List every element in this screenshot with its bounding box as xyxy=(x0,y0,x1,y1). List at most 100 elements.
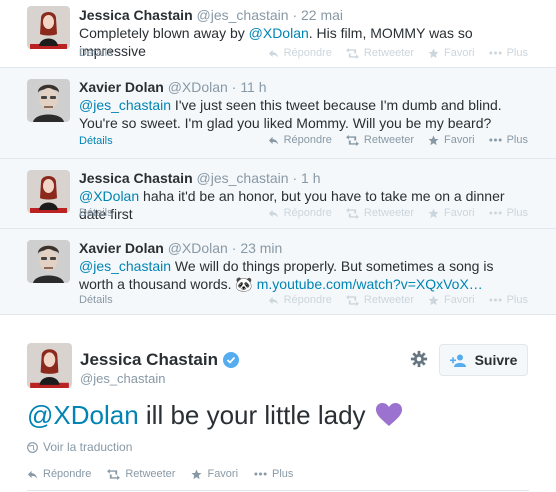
reply-icon xyxy=(27,469,38,480)
author-handle[interactable]: @XDolan xyxy=(168,79,228,95)
tweet-actions: Répondre Retweeter Favori Plus xyxy=(268,47,528,59)
author-name-row[interactable]: Jessica Chastain xyxy=(80,350,239,370)
reply-icon xyxy=(268,48,279,59)
translate-link[interactable]: Voir la traduction xyxy=(27,440,132,454)
avatar[interactable] xyxy=(27,240,70,283)
retweet-label: Retweeter xyxy=(363,47,415,59)
text-before: Completely blown away by xyxy=(79,25,249,41)
favorite-button[interactable]: Favori xyxy=(428,207,475,219)
details-link[interactable]: Détails xyxy=(79,135,113,147)
tweet-item[interactable]: Xavier Dolan @XDolan · 11 h @jes_chastai… xyxy=(0,68,556,159)
gear-icon[interactable] xyxy=(410,350,428,368)
retweet-button[interactable]: Retweeter xyxy=(346,134,414,146)
details-link[interactable]: Détails xyxy=(79,207,113,219)
author-name[interactable]: Jessica Chastain xyxy=(80,350,218,370)
purple-heart-icon xyxy=(375,403,402,426)
reply-button[interactable]: Répondre xyxy=(268,294,332,306)
separator: · xyxy=(231,240,237,256)
mention-link[interactable]: @jes_chastain xyxy=(79,97,171,113)
tweet-item[interactable]: Jessica Chastain @jes_chastain · 1 h @XD… xyxy=(0,159,556,229)
reply-button[interactable]: Répondre xyxy=(268,134,332,146)
retweet-button[interactable]: Retweeter xyxy=(346,294,414,306)
more-button[interactable]: Plus xyxy=(489,47,528,59)
more-label: Plus xyxy=(506,134,528,146)
mention-link[interactable]: @XDolan xyxy=(79,188,139,204)
author-handle[interactable]: @XDolan xyxy=(168,240,228,256)
reply-icon xyxy=(268,208,279,219)
favorite-button[interactable]: Favori xyxy=(428,294,475,306)
author-handle[interactable]: @jes_chastain xyxy=(197,7,289,23)
author-name[interactable]: Jessica Chastain xyxy=(79,7,193,23)
reply-icon xyxy=(268,135,279,146)
retweet-icon xyxy=(346,208,359,219)
avatar[interactable] xyxy=(27,343,72,388)
more-button[interactable]: Plus xyxy=(489,294,528,306)
more-icon xyxy=(489,51,502,55)
reply-label: Répondre xyxy=(283,47,332,59)
retweet-button[interactable]: Retweeter xyxy=(107,468,175,480)
tweet-actions: Répondre Retweeter Favori Plus xyxy=(268,134,528,146)
favorite-label: Favori xyxy=(444,134,475,146)
more-icon xyxy=(489,298,502,302)
verified-badge-icon xyxy=(222,352,239,368)
more-label: Plus xyxy=(506,47,528,59)
avatar[interactable] xyxy=(27,6,70,49)
reply-button[interactable]: Répondre xyxy=(27,468,91,480)
favorite-button[interactable]: Favori xyxy=(428,47,475,59)
timestamp[interactable]: 22 mai xyxy=(301,7,343,23)
author-name[interactable]: Xavier Dolan xyxy=(79,79,164,95)
text-after: ill be your little lady xyxy=(138,400,366,430)
retweet-icon xyxy=(346,295,359,306)
timestamp[interactable]: 23 min xyxy=(240,240,282,256)
more-icon xyxy=(489,211,502,215)
retweet-button[interactable]: Retweeter xyxy=(346,47,414,59)
separator: · xyxy=(292,7,298,23)
retweet-label: Retweeter xyxy=(363,294,415,306)
retweet-label: Retweeter xyxy=(363,207,415,219)
reply-label: Répondre xyxy=(283,294,332,306)
tweet-item[interactable]: Jessica Chastain @jes_chastain · 22 mai … xyxy=(0,0,556,68)
mention-link[interactable]: @jes_chastain xyxy=(79,258,171,274)
retweet-icon xyxy=(346,135,359,146)
more-icon xyxy=(489,138,502,142)
retweet-icon xyxy=(107,469,120,480)
more-button[interactable]: Plus xyxy=(254,468,293,480)
favorite-label: Favori xyxy=(444,294,475,306)
more-button[interactable]: Plus xyxy=(489,134,528,146)
favorite-label: Favori xyxy=(207,468,239,480)
retweet-label: Retweeter xyxy=(125,468,176,480)
details-link[interactable]: Détails xyxy=(79,294,113,306)
author-handle[interactable]: @jes_chastain xyxy=(80,371,165,386)
star-icon xyxy=(428,48,439,59)
mention-link[interactable]: @XDolan xyxy=(27,398,139,432)
reply-label: Répondre xyxy=(283,134,332,146)
follow-person-icon xyxy=(449,354,466,367)
favorite-label: Favori xyxy=(444,47,475,59)
avatar[interactable] xyxy=(27,79,70,122)
retweet-button[interactable]: Retweeter xyxy=(346,207,414,219)
tweet-item[interactable]: Xavier Dolan @XDolan · 23 min @jes_chast… xyxy=(0,229,556,315)
youtube-link[interactable]: m.youtube.com/watch?v=XQxVoX… xyxy=(257,276,483,292)
more-button[interactable]: Plus xyxy=(489,207,528,219)
author-name[interactable]: Xavier Dolan xyxy=(79,240,164,256)
divider xyxy=(27,490,529,491)
globe-icon xyxy=(27,441,38,453)
tweet-actions: Répondre Retweeter Favori Plus xyxy=(27,468,293,480)
reply-button[interactable]: Répondre xyxy=(268,47,332,59)
mention-link[interactable]: @XDolan xyxy=(249,25,309,41)
favorite-button[interactable]: Favori xyxy=(191,468,238,480)
more-label: Plus xyxy=(506,207,528,219)
author-name[interactable]: Jessica Chastain xyxy=(79,170,193,186)
details-link[interactable]: Détails xyxy=(79,47,113,59)
star-icon xyxy=(428,208,439,219)
reply-label: Répondre xyxy=(43,468,92,480)
timestamp[interactable]: 1 h xyxy=(301,170,320,186)
avatar[interactable] xyxy=(27,170,70,213)
timestamp[interactable]: 11 h xyxy=(240,79,266,95)
retweet-icon xyxy=(346,48,359,59)
favorite-button[interactable]: Favori xyxy=(428,134,475,146)
reply-label: Répondre xyxy=(283,207,332,219)
follow-button[interactable]: Suivre xyxy=(439,344,528,376)
reply-button[interactable]: Répondre xyxy=(268,207,332,219)
author-handle[interactable]: @jes_chastain xyxy=(197,170,289,186)
